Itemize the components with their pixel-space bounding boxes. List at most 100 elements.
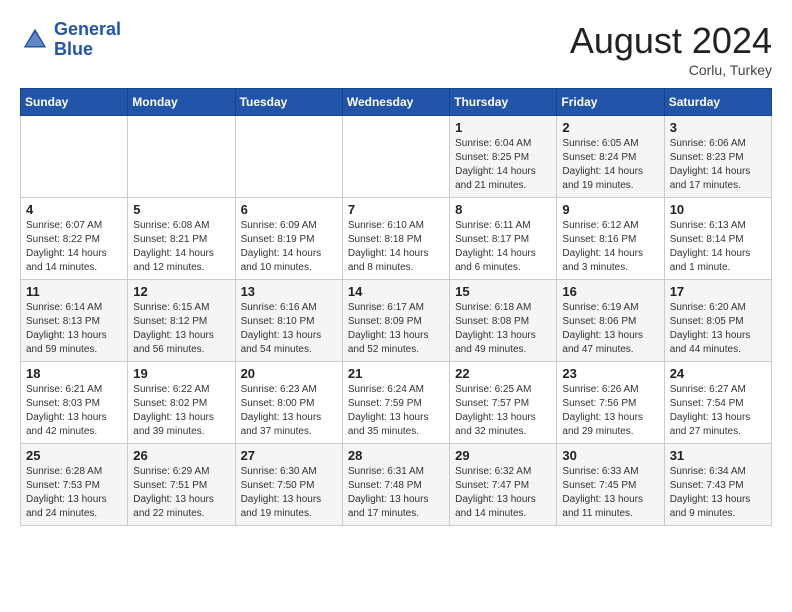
day-number: 6 <box>241 202 337 217</box>
location: Corlu, Turkey <box>570 62 772 78</box>
day-number: 9 <box>562 202 658 217</box>
calendar-cell: 2Sunrise: 6:05 AMSunset: 8:24 PMDaylight… <box>557 116 664 198</box>
day-info: Sunrise: 6:30 AMSunset: 7:50 PMDaylight:… <box>241 465 337 521</box>
day-number: 27 <box>241 448 337 463</box>
calendar-cell: 27 Sunrise: 6:30 AMSunset: 7:50 PMDayligh… <box>235 444 342 526</box>
day-number: 28 <box>348 448 444 463</box>
day-info: Sunrise: 6:26 AMSunset: 7:56 PMDaylight:… <box>562 383 658 439</box>
calendar-cell: 12 Sunrise: 6:15 AMSunset: 8:12 PMDayligh… <box>128 280 235 362</box>
day-number: 30 <box>562 448 658 463</box>
day-number: 19 <box>133 366 229 381</box>
calendar-cell: 20 Sunrise: 6:23 AMSunset: 8:00 PMDayligh… <box>235 362 342 444</box>
day-info: Sunrise: 6:12 AMSunset: 8:16 PMDaylight:… <box>562 219 658 275</box>
weekday-header: Wednesday <box>342 89 449 116</box>
calendar-cell: 9 Sunrise: 6:12 AMSunset: 8:16 PMDaylight… <box>557 198 664 280</box>
day-number: 29 <box>455 448 551 463</box>
calendar-cell: 19 Sunrise: 6:22 AMSunset: 8:02 PMDayligh… <box>128 362 235 444</box>
calendar-cell: 10Sunrise: 6:13 AMSunset: 8:14 PMDayligh… <box>664 198 771 280</box>
day-info: Sunrise: 6:22 AMSunset: 8:02 PMDaylight:… <box>133 383 229 439</box>
weekday-header: Friday <box>557 89 664 116</box>
calendar-cell: 22 Sunrise: 6:25 AMSunset: 7:57 PMDayligh… <box>450 362 557 444</box>
day-number: 17 <box>670 284 766 299</box>
day-info: Sunrise: 6:08 AMSunset: 8:21 PMDaylight:… <box>133 219 229 275</box>
day-number: 15 <box>455 284 551 299</box>
day-info: Sunrise: 6:17 AMSunset: 8:09 PMDaylight:… <box>348 301 444 357</box>
day-number: 11 <box>26 284 122 299</box>
day-info: Sunrise: 6:31 AMSunset: 7:48 PMDaylight:… <box>348 465 444 521</box>
weekday-header: Tuesday <box>235 89 342 116</box>
calendar-cell: 24 Sunrise: 6:27 AMSunset: 7:54 PMDayligh… <box>664 362 771 444</box>
calendar-week-row: 18 Sunrise: 6:21 AMSunset: 8:03 PMDayligh… <box>21 362 772 444</box>
day-number: 1 <box>455 120 551 135</box>
weekday-header-row: SundayMondayTuesdayWednesdayThursdayFrid… <box>21 89 772 116</box>
calendar-cell: 28 Sunrise: 6:31 AMSunset: 7:48 PMDayligh… <box>342 444 449 526</box>
calendar-cell: 16 Sunrise: 6:19 AMSunset: 8:06 PMDayligh… <box>557 280 664 362</box>
day-number: 3 <box>670 120 766 135</box>
calendar-cell: 4Sunrise: 6:07 AMSunset: 8:22 PMDaylight… <box>21 198 128 280</box>
calendar-cell: 1Sunrise: 6:04 AMSunset: 8:25 PMDaylight… <box>450 116 557 198</box>
logo: General Blue <box>20 20 121 60</box>
day-info: Sunrise: 6:19 AMSunset: 8:06 PMDaylight:… <box>562 301 658 357</box>
calendar-cell: 25 Sunrise: 6:28 AMSunset: 7:53 PMDayligh… <box>21 444 128 526</box>
page-header: General Blue August 2024 Corlu, Turkey <box>20 20 772 78</box>
day-number: 31 <box>670 448 766 463</box>
calendar-cell: 21 Sunrise: 6:24 AMSunset: 7:59 PMDayligh… <box>342 362 449 444</box>
day-info: Sunrise: 6:25 AMSunset: 7:57 PMDaylight:… <box>455 383 551 439</box>
calendar-week-row: 1Sunrise: 6:04 AMSunset: 8:25 PMDaylight… <box>21 116 772 198</box>
day-number: 8 <box>455 202 551 217</box>
day-number: 18 <box>26 366 122 381</box>
day-info: Sunrise: 6:09 AMSunset: 8:19 PMDaylight:… <box>241 219 337 275</box>
day-info: Sunrise: 6:24 AMSunset: 7:59 PMDaylight:… <box>348 383 444 439</box>
day-info: Sunrise: 6:10 AMSunset: 8:18 PMDaylight:… <box>348 219 444 275</box>
day-info: Sunrise: 6:11 AMSunset: 8:17 PMDaylight:… <box>455 219 551 275</box>
day-number: 14 <box>348 284 444 299</box>
weekday-header: Saturday <box>664 89 771 116</box>
day-number: 20 <box>241 366 337 381</box>
day-info: Sunrise: 6:23 AMSunset: 8:00 PMDaylight:… <box>241 383 337 439</box>
day-info: Sunrise: 6:21 AMSunset: 8:03 PMDaylight:… <box>26 383 122 439</box>
day-info: Sunrise: 6:07 AMSunset: 8:22 PMDaylight:… <box>26 219 122 275</box>
month-title: August 2024 <box>570 20 772 62</box>
day-number: 5 <box>133 202 229 217</box>
calendar-cell: 29 Sunrise: 6:32 AMSunset: 7:47 PMDayligh… <box>450 444 557 526</box>
calendar-cell: 13Sunrise: 6:16 AMSunset: 8:10 PMDayligh… <box>235 280 342 362</box>
calendar-cell: 30 Sunrise: 6:33 AMSunset: 7:45 PMDayligh… <box>557 444 664 526</box>
calendar-cell: 26Sunrise: 6:29 AMSunset: 7:51 PMDayligh… <box>128 444 235 526</box>
weekday-header: Sunday <box>21 89 128 116</box>
day-number: 21 <box>348 366 444 381</box>
day-info: Sunrise: 6:16 AMSunset: 8:10 PMDaylight:… <box>241 301 337 357</box>
calendar-cell <box>21 116 128 198</box>
day-info: Sunrise: 6:06 AMSunset: 8:23 PMDaylight:… <box>670 137 766 193</box>
day-number: 22 <box>455 366 551 381</box>
day-info: Sunrise: 6:29 AMSunset: 7:51 PMDaylight:… <box>133 465 229 521</box>
calendar-cell <box>128 116 235 198</box>
calendar-cell: 15 Sunrise: 6:18 AMSunset: 8:08 PMDayligh… <box>450 280 557 362</box>
day-info: Sunrise: 6:27 AMSunset: 7:54 PMDaylight:… <box>670 383 766 439</box>
calendar-cell: 11Sunrise: 6:14 AMSunset: 8:13 PMDayligh… <box>21 280 128 362</box>
calendar-cell <box>342 116 449 198</box>
day-info: Sunrise: 6:18 AMSunset: 8:08 PMDaylight:… <box>455 301 551 357</box>
day-info: Sunrise: 6:28 AMSunset: 7:53 PMDaylight:… <box>26 465 122 521</box>
day-number: 10 <box>670 202 766 217</box>
calendar-cell: 5 Sunrise: 6:08 AMSunset: 8:21 PMDaylight… <box>128 198 235 280</box>
day-number: 24 <box>670 366 766 381</box>
day-number: 7 <box>348 202 444 217</box>
calendar-cell: 3 Sunrise: 6:06 AMSunset: 8:23 PMDaylight… <box>664 116 771 198</box>
day-number: 12 <box>133 284 229 299</box>
title-block: August 2024 Corlu, Turkey <box>570 20 772 78</box>
day-info: Sunrise: 6:33 AMSunset: 7:45 PMDaylight:… <box>562 465 658 521</box>
day-info: Sunrise: 6:15 AMSunset: 8:12 PMDaylight:… <box>133 301 229 357</box>
day-number: 23 <box>562 366 658 381</box>
weekday-header: Monday <box>128 89 235 116</box>
day-info: Sunrise: 6:34 AMSunset: 7:43 PMDaylight:… <box>670 465 766 521</box>
day-info: Sunrise: 6:32 AMSunset: 7:47 PMDaylight:… <box>455 465 551 521</box>
weekday-header: Thursday <box>450 89 557 116</box>
calendar-week-row: 11Sunrise: 6:14 AMSunset: 8:13 PMDayligh… <box>21 280 772 362</box>
calendar-cell: 8 Sunrise: 6:11 AMSunset: 8:17 PMDaylight… <box>450 198 557 280</box>
day-number: 16 <box>562 284 658 299</box>
calendar-cell: 7 Sunrise: 6:10 AMSunset: 8:18 PMDaylight… <box>342 198 449 280</box>
calendar-week-row: 4Sunrise: 6:07 AMSunset: 8:22 PMDaylight… <box>21 198 772 280</box>
calendar-cell: 31 Sunrise: 6:34 AMSunset: 7:43 PMDayligh… <box>664 444 771 526</box>
calendar-cell: 14 Sunrise: 6:17 AMSunset: 8:09 PMDayligh… <box>342 280 449 362</box>
day-number: 25 <box>26 448 122 463</box>
